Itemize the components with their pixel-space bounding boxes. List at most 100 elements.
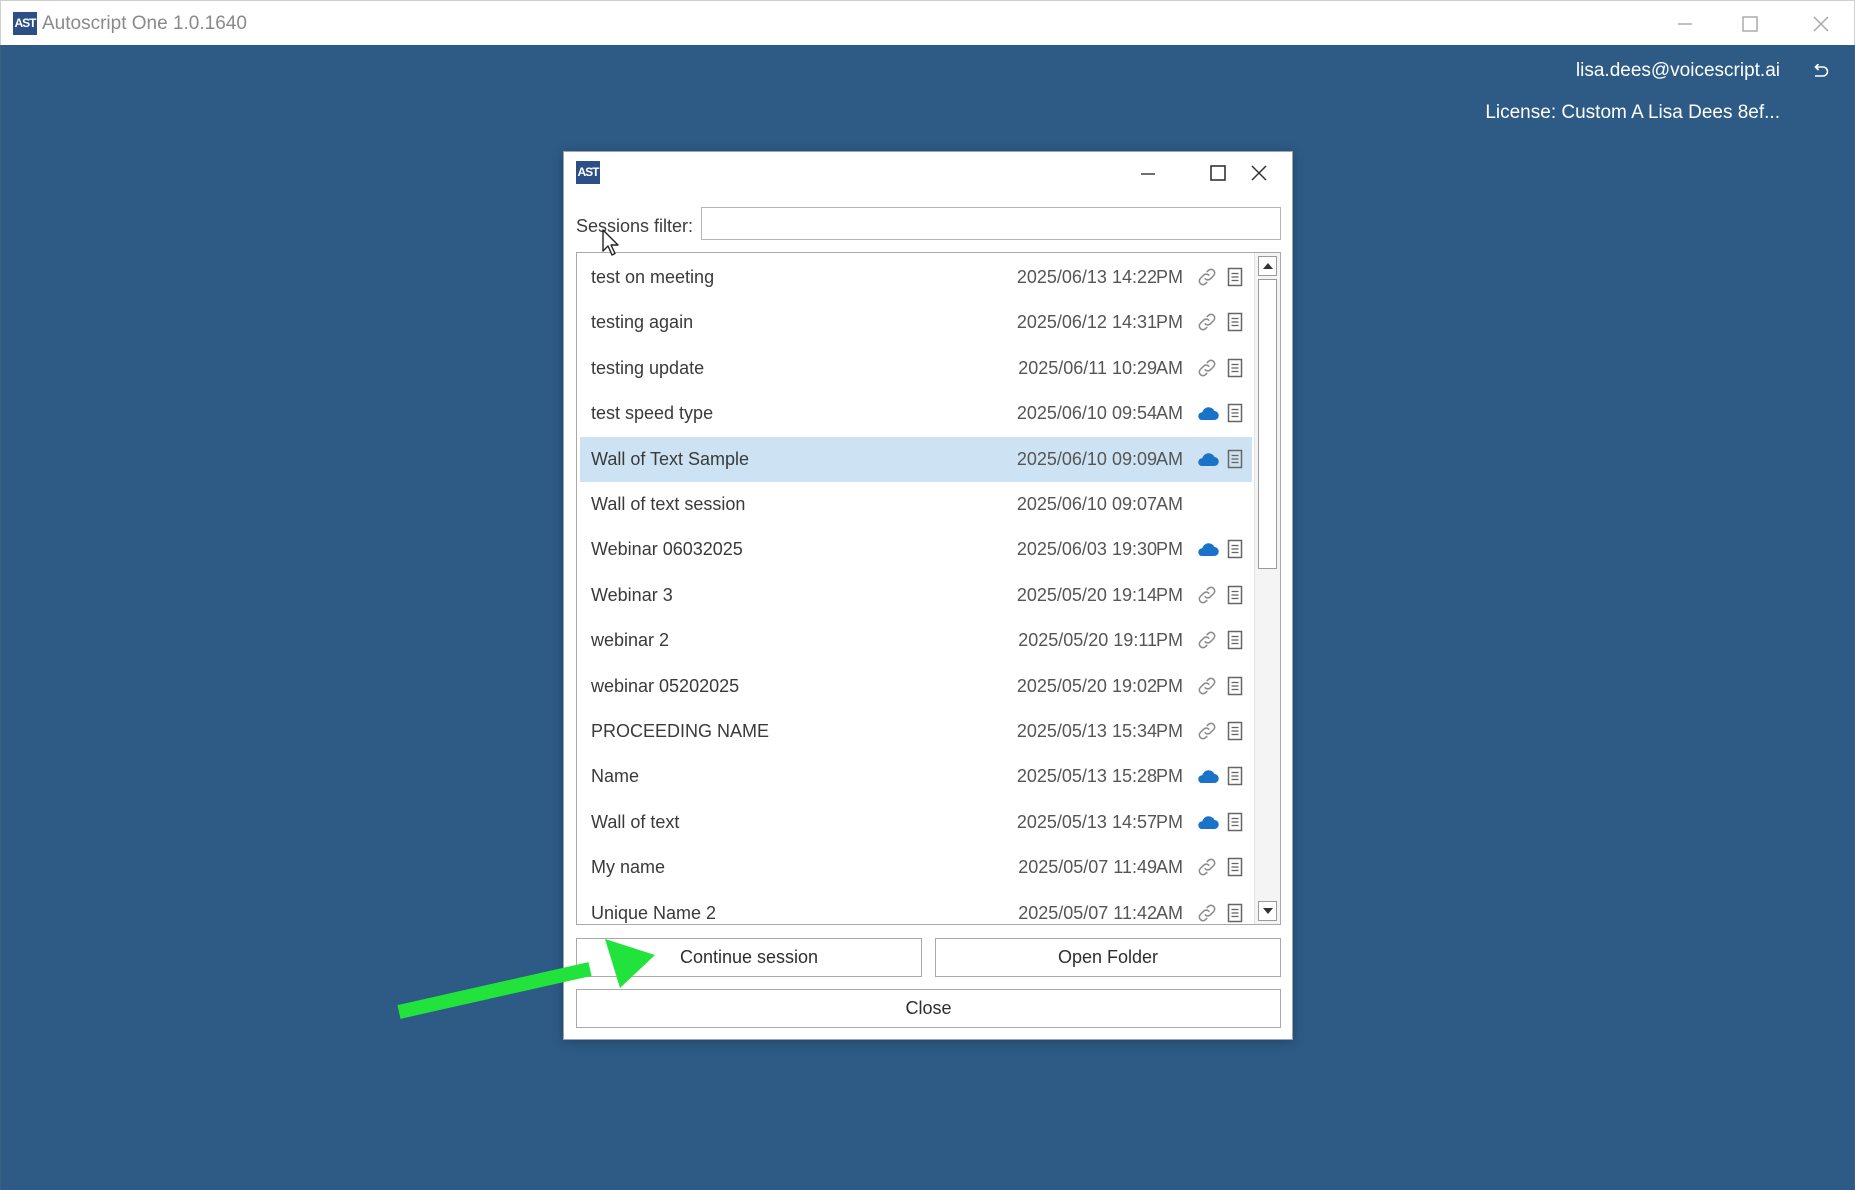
cloud-icon[interactable] <box>1194 447 1220 471</box>
session-date: 2025/06/10 09:54 <box>1016 403 1157 424</box>
cloud-icon[interactable] <box>1194 401 1220 425</box>
session-row[interactable]: Wall of text session 2025/06/10 09:07 AM <box>580 482 1252 527</box>
document-icon[interactable] <box>1225 629 1245 651</box>
session-row[interactable]: Name 2025/05/13 15:28 PM <box>580 754 1252 799</box>
document-icon[interactable] <box>1225 811 1245 833</box>
link-icon[interactable] <box>1194 265 1220 289</box>
session-row[interactable]: webinar 05202025 2025/05/20 19:02 PM <box>580 664 1252 709</box>
logout-button[interactable] <box>1808 61 1832 83</box>
session-row[interactable]: Unique Name 2 2025/05/07 11:42 AM <box>580 891 1252 924</box>
session-ampm: PM <box>1156 267 1183 287</box>
session-name: test on meeting <box>591 267 715 287</box>
session-name: Name <box>591 766 640 787</box>
scroll-thumb[interactable] <box>1258 279 1277 569</box>
minimize-icon <box>1141 173 1155 175</box>
session-ampm: PM <box>1156 584 1183 605</box>
session-name: Webinar 3 <box>591 584 673 605</box>
continue-session-button[interactable]: Continue session <box>576 938 922 977</box>
link-icon[interactable] <box>1194 583 1220 607</box>
arrow-up-icon <box>1262 263 1273 269</box>
minimize-icon <box>1678 22 1692 25</box>
close-button[interactable]: Close <box>576 989 1281 1028</box>
dialog-logo: AST <box>576 161 600 184</box>
session-row[interactable]: testing again 2025/06/12 14:31 PM <box>580 300 1252 345</box>
session-row[interactable]: Wall of Text Sample 2025/06/10 09:09 AM <box>580 436 1252 482</box>
session-row[interactable]: testing update 2025/06/11 10:29 AM <box>580 346 1252 391</box>
link-icon[interactable] <box>1194 901 1220 924</box>
session-date: 2025/05/20 19:14 <box>1016 584 1157 605</box>
session-date: 2025/05/07 11:49 <box>1018 857 1157 878</box>
mouse-cursor-icon <box>602 229 619 256</box>
close-icon <box>1251 165 1267 181</box>
link-icon[interactable] <box>1194 674 1220 698</box>
document-icon[interactable] <box>1225 448 1245 470</box>
document-icon[interactable] <box>1225 266 1245 288</box>
license-info: License: Custom A Lisa Dees 8ef... <box>1485 102 1780 123</box>
session-date: 2025/05/13 15:28 <box>1016 766 1157 787</box>
cloud-icon[interactable] <box>1194 764 1220 788</box>
user-email: lisa.dees@voicescript.ai <box>1575 60 1780 81</box>
document-icon[interactable] <box>1225 765 1245 787</box>
session-date: 2025/06/03 19:30 <box>1016 539 1157 560</box>
session-name: test speed type <box>591 403 714 424</box>
scroll-up-button[interactable] <box>1258 256 1277 276</box>
document-icon[interactable] <box>1225 720 1245 742</box>
session-row[interactable]: test speed type 2025/06/10 09:54 AM <box>580 391 1252 436</box>
session-row[interactable]: Wall of text 2025/05/13 14:57 PM <box>580 800 1252 845</box>
close-window-button[interactable] <box>1786 1 1855 46</box>
link-icon[interactable] <box>1194 855 1220 879</box>
session-date: 2025/06/13 14:22 <box>1016 267 1157 287</box>
session-name: Wall of text <box>591 811 680 832</box>
session-row[interactable]: PROCEEDING NAME 2025/05/13 15:34 PM <box>580 709 1252 754</box>
minimize-button[interactable] <box>1650 1 1720 46</box>
session-row[interactable]: webinar 2 2025/05/20 19:11 PM <box>580 618 1252 663</box>
window-title: Autoscript One 1.0.1640 <box>42 13 247 34</box>
session-ampm: PM <box>1156 539 1183 560</box>
app-logo: AST <box>13 12 37 35</box>
session-row[interactable]: Webinar 06032025 2025/06/03 19:30 PM <box>580 527 1252 572</box>
session-ampm: AM <box>1156 902 1183 923</box>
session-ampm: PM <box>1156 766 1183 787</box>
document-icon[interactable] <box>1225 675 1245 697</box>
document-icon[interactable] <box>1225 402 1245 424</box>
session-ampm: PM <box>1156 811 1183 832</box>
session-name: webinar 05202025 <box>591 675 740 696</box>
maximize-button[interactable] <box>1715 1 1785 46</box>
session-ampm: PM <box>1156 675 1183 696</box>
dialog-close-x-button[interactable] <box>1229 152 1289 194</box>
sessions-filter-input[interactable] <box>701 207 1281 240</box>
session-name: My name <box>591 857 666 878</box>
link-icon[interactable] <box>1194 356 1220 380</box>
session-ampm: PM <box>1156 721 1183 741</box>
document-icon[interactable] <box>1225 538 1245 560</box>
session-row[interactable]: test on meeting 2025/06/13 14:22 PM <box>580 255 1252 300</box>
document-icon[interactable] <box>1225 902 1245 924</box>
session-date: 2025/05/13 15:34 <box>1016 721 1157 741</box>
dialog-minimize-button[interactable] <box>1118 152 1178 194</box>
open-folder-button[interactable]: Open Folder <box>935 938 1281 977</box>
session-date: 2025/05/20 19:02 <box>1016 675 1157 696</box>
cloud-icon[interactable] <box>1194 537 1220 561</box>
session-ampm: AM <box>1156 857 1183 878</box>
sessions-filter-label: Sessions filter: <box>576 216 694 236</box>
session-ampm: PM <box>1156 630 1183 651</box>
document-icon[interactable] <box>1225 357 1245 379</box>
session-name: Wall of text session <box>591 494 746 514</box>
link-icon[interactable] <box>1194 310 1220 334</box>
cloud-icon[interactable] <box>1194 810 1220 834</box>
session-row[interactable]: Webinar 3 2025/05/20 19:14 PM <box>580 573 1252 618</box>
link-icon[interactable] <box>1194 628 1220 652</box>
scroll-down-button[interactable] <box>1258 901 1277 921</box>
arrow-down-icon <box>1262 908 1273 914</box>
session-date: 2025/05/13 14:57 <box>1016 811 1157 832</box>
session-name: PROCEEDING NAME <box>591 721 770 741</box>
list-scrollbar[interactable] <box>1254 253 1280 924</box>
sessions-list[interactable]: test on meeting 2025/06/13 14:22 PM testing… <box>576 252 1281 925</box>
session-name: testing update <box>591 357 705 378</box>
session-ampm: AM <box>1156 448 1183 469</box>
document-icon[interactable] <box>1225 584 1245 606</box>
link-icon[interactable] <box>1194 719 1220 743</box>
document-icon[interactable] <box>1225 311 1245 333</box>
document-icon[interactable] <box>1225 856 1245 878</box>
session-row[interactable]: My name 2025/05/07 11:49 AM <box>580 845 1252 890</box>
